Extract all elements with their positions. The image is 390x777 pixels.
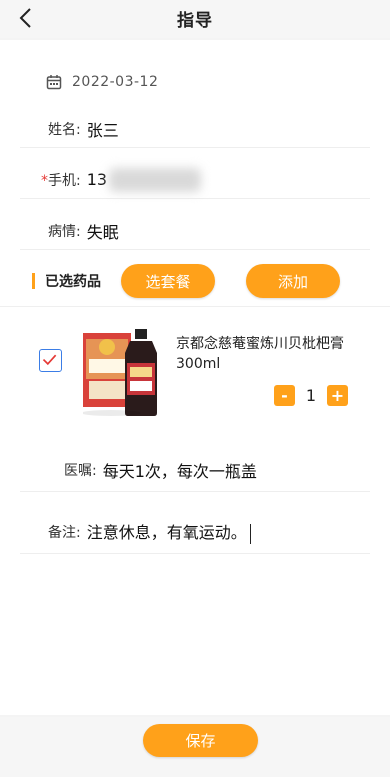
advice-label: 医嘱: [64,462,97,479]
section-title: 已选药品 [45,274,101,290]
condition-value: 失眠 [86,222,119,242]
add-medicine-button[interactable]: 添加 [246,264,340,298]
select-package-button[interactable]: 选套餐 [121,264,215,298]
calendar-icon [46,75,62,90]
increase-quantity-button[interactable]: + [327,385,348,406]
medicine-checkbox[interactable] [39,349,62,372]
medicine-item: 京都念慈菴蜜炼川贝枇杷膏300ml - 1 + [0,325,390,445]
doctor-advice-field[interactable]: 医嘱: 每天1次，每次一瓶盖 [20,448,370,492]
decrease-quantity-button[interactable]: - [274,385,295,406]
phone-field: *手机: 13 [20,161,370,199]
notes-value: 注意休息，有氧运动。 [87,519,251,544]
condition-field: 病情: 失眠 [20,212,370,250]
guidance-form: 2022-03-12 姓名: 张三 *手机: 13 病情: 失眠 已选药品 选套… [0,40,390,715]
phone-value: 13 [86,170,108,189]
quantity-value: 1 [305,386,317,405]
medicine-name: 京都念慈菴蜜炼川贝枇杷膏300ml [176,336,344,372]
section-divider [0,306,390,307]
phone-label: *手机: [41,170,81,190]
check-icon [42,354,57,366]
notes-text: 注意休息，有氧运动。 [86,523,247,543]
condition-label: 病情: [48,223,81,240]
footer-bar: 保存 [0,717,390,777]
text-cursor [249,523,251,544]
selected-medicines-header: 已选药品 选套餐 添加 [32,262,370,300]
phone-label-text: 手机: [48,172,81,189]
page-title: 指导 [177,11,213,31]
section-accent-bar [32,273,35,289]
date-row: 2022-03-12 [20,71,370,93]
name-value: 张三 [86,120,119,140]
advice-value: 每天1次，每次一瓶盖 [102,461,257,481]
phone-redacted [109,167,202,192]
nav-bar: 指导 [0,0,390,38]
required-star: * [41,172,48,189]
quantity-stepper: - 1 + [274,385,348,406]
name-field: 姓名: 张三 [20,110,370,148]
name-label: 姓名: [48,121,81,138]
medicine-product-image [83,329,157,416]
notes-field[interactable]: 备注: 注意休息，有氧运动。 [20,510,370,554]
record-date: 2022-03-12 [72,74,159,90]
notes-label: 备注: [48,524,81,541]
save-button[interactable]: 保存 [143,724,258,757]
